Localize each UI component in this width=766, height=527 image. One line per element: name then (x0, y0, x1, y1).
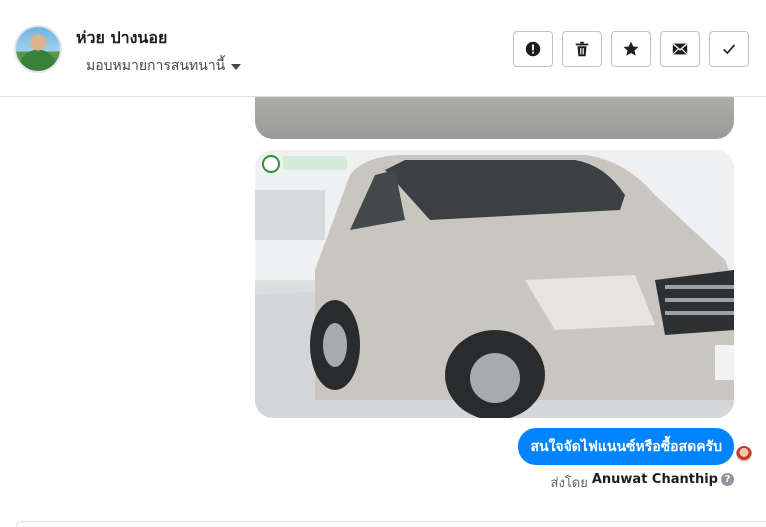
star-icon (623, 41, 639, 56)
mark-unread-button[interactable] (660, 31, 700, 67)
photo-attachment-previous[interactable] (255, 97, 734, 139)
contact-name[interactable]: ห่วย ปางนอย (76, 26, 167, 51)
mail-icon (672, 43, 688, 55)
caret-down-icon (231, 64, 242, 70)
sent-by-line: ส่งโดย Anuwat Chanthip (551, 472, 718, 493)
sender-name: Anuwat Chanthip (591, 472, 718, 487)
composer-area[interactable] (16, 521, 766, 527)
star-button[interactable] (611, 31, 651, 67)
help-icon[interactable]: ? (721, 473, 734, 486)
seen-avatar (736, 446, 752, 462)
sent-by-prefix: ส่งโดย (550, 476, 588, 491)
report-button[interactable] (513, 31, 553, 67)
conversation-header: ห่วย ปางนอย มอบหมายการสนทนานี้ (0, 0, 766, 97)
alert-icon (525, 41, 541, 57)
outgoing-message-bubble[interactable]: สนใจจัดไฟแนนซ์หรือซื้อสดครับ (518, 428, 734, 465)
message-thread[interactable]: สนใจจัดไฟแนนซ์หรือซื้อสดครับ ส่งโดย Anuw… (0, 97, 766, 527)
conversation-actions (513, 31, 749, 67)
delete-button[interactable] (562, 31, 602, 67)
assign-label: มอบหมายการสนทนานี้ (86, 58, 226, 74)
trash-icon (575, 41, 589, 57)
check-icon (723, 44, 736, 55)
photo-attachment-pickup-truck[interactable] (255, 150, 734, 418)
pickup-truck-photo (255, 150, 734, 418)
assign-conversation-dropdown[interactable]: มอบหมายการสนทนานี้ (86, 55, 242, 77)
mark-done-button[interactable] (709, 31, 749, 67)
contact-avatar[interactable] (14, 25, 62, 73)
